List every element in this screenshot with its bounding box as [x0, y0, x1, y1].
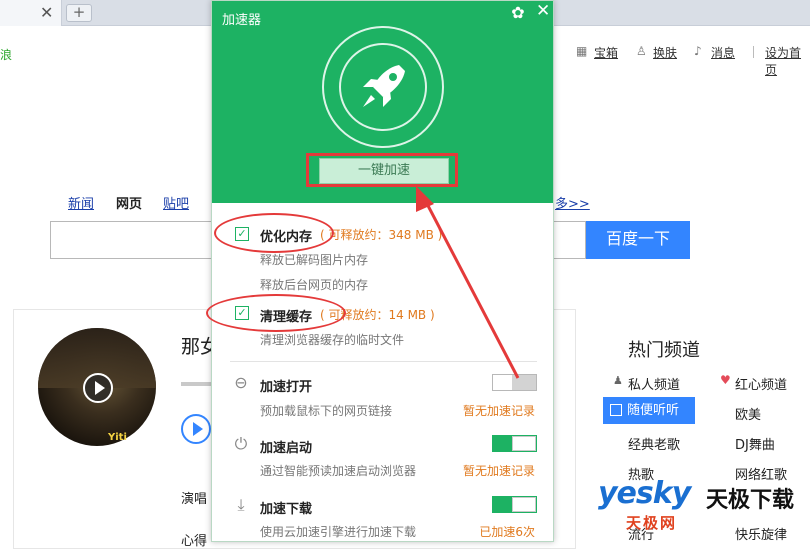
rocket-icon: [363, 65, 405, 107]
nav-web[interactable]: 网页: [116, 193, 142, 212]
tab-close-icon[interactable]: ✕: [40, 4, 53, 22]
channel-western[interactable]: 欧美: [735, 404, 761, 423]
power-icon: ⏻: [234, 434, 248, 453]
bars-icon: [610, 404, 622, 416]
toggle-knob: [512, 375, 536, 390]
close-icon[interactable]: ✕: [536, 3, 550, 20]
heart-icon: ♥: [720, 373, 731, 387]
gear-icon[interactable]: ✿: [510, 5, 526, 21]
skin-link[interactable]: 换肤: [653, 44, 677, 61]
new-tab-button[interactable]: +: [66, 4, 92, 22]
nav-more[interactable]: 多>>: [555, 193, 590, 212]
memory-desc-1: 释放已解码图片内存: [260, 253, 369, 267]
download-speed-toggle[interactable]: [492, 496, 537, 513]
watermark-sub: 天极网: [626, 514, 678, 532]
download-speed-status[interactable]: 已加速6次: [479, 523, 535, 540]
divider: [230, 361, 537, 362]
download-icon: ⤓: [237, 495, 245, 514]
left-link-fragment[interactable]: 浪: [0, 46, 12, 63]
channel-classic[interactable]: 经典老歌: [628, 434, 680, 453]
popup-title: 加速器: [222, 13, 262, 28]
search-button[interactable]: 百度一下: [586, 221, 690, 259]
open-speed-toggle[interactable]: [492, 374, 537, 391]
channel-private[interactable]: 私人频道: [628, 374, 680, 393]
shirt-icon: ♙: [636, 44, 647, 58]
set-homepage-link[interactable]: 设为首页: [765, 44, 810, 78]
watermark-cn: 天极下载: [706, 488, 795, 513]
separator: [753, 46, 754, 58]
message-link[interactable]: 消息: [711, 44, 735, 61]
avatar-caption: Yiti: [108, 432, 127, 443]
open-speed-icon: ⊖: [234, 373, 248, 392]
top-right-links: ▦ 宝箱 ♙ 换肤 ♪ 消息 设为首页: [570, 44, 810, 78]
startup-speed-desc: 通过智能预读加速启动浏览器: [260, 464, 417, 478]
accelerator-popup: 加速器 ✿ ✕ 一键加速 ✓ 优化内存 ( 可释放约：348 MB ) 释放已解…: [211, 0, 554, 542]
channel-heart[interactable]: 红心频道: [735, 374, 787, 393]
open-speed-status[interactable]: 暂无加速记录: [463, 402, 535, 419]
song-progress[interactable]: [181, 382, 211, 386]
memory-desc-2: 释放后台网页的内存: [260, 278, 369, 292]
startup-speed-toggle[interactable]: [492, 435, 537, 452]
channel-dj[interactable]: DJ舞曲: [735, 434, 775, 453]
annotation-rectangle: [306, 153, 458, 187]
treasure-icon: ▦: [576, 44, 588, 58]
startup-speed-status[interactable]: 暂无加速记录: [463, 462, 535, 479]
annotation-ellipse-memory: [214, 213, 334, 253]
toggle-knob: [512, 436, 536, 451]
nav-tieba[interactable]: 贴吧: [163, 193, 189, 212]
singer-label: 演唱: [181, 492, 208, 507]
person-icon: ♟: [613, 374, 623, 387]
watermark-brand: yesky: [598, 476, 691, 511]
yesky-watermark: yesky 天极下载 天极网: [598, 476, 810, 542]
play-icon[interactable]: [83, 373, 113, 403]
download-speed-title: 加速下载: [260, 502, 313, 517]
open-speed-desc: 预加载鼠标下的网页链接: [260, 404, 393, 418]
cache-desc: 清理浏览器缓存的临时文件: [260, 333, 405, 347]
browser-tab[interactable]: ✕: [0, 0, 62, 26]
play-button[interactable]: [181, 414, 211, 444]
open-speed-title: 加速打开: [260, 380, 313, 395]
lyric-fragment: 心得: [181, 534, 208, 549]
bell-icon: ♪: [694, 44, 702, 58]
toggle-knob: [512, 497, 536, 512]
hot-channels-title: 热门频道: [628, 340, 700, 361]
annotation-ellipse-cache: [206, 294, 346, 332]
download-speed-desc: 使用云加速引擎进行加速下载: [260, 525, 417, 539]
nav-news[interactable]: 新闻: [68, 193, 94, 212]
memory-release: ( 可释放约：348 MB ): [320, 228, 443, 242]
startup-speed-title: 加速启动: [260, 441, 313, 456]
treasure-link[interactable]: 宝箱: [594, 44, 618, 61]
